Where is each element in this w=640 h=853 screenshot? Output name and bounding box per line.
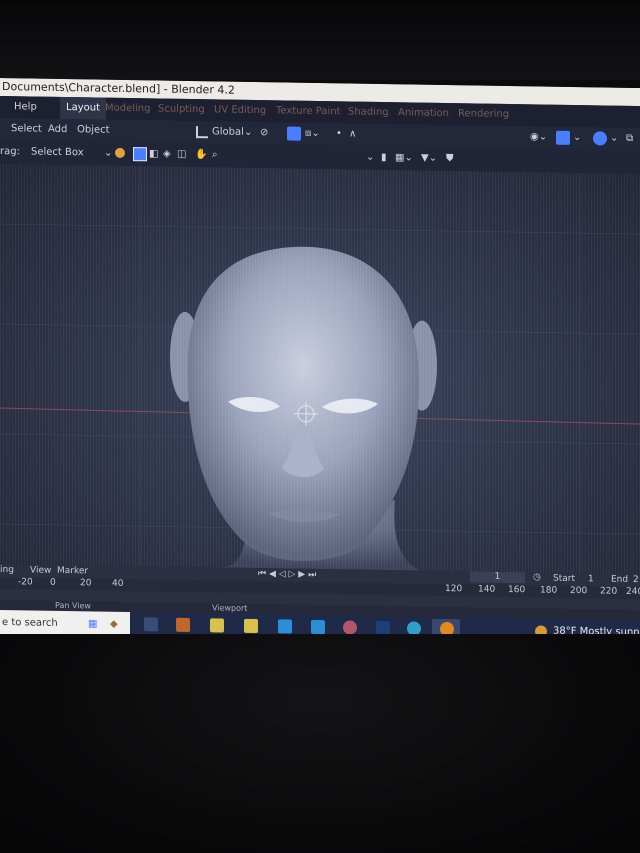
tab-rendering[interactable]: Rendering [458,103,509,126]
tab-uv-editing[interactable]: UV Editing [214,99,266,122]
timeline-marker-menu[interactable]: Marker [57,566,88,576]
overlay-icon[interactable] [593,131,607,146]
global-orientation-icon[interactable] [115,147,125,158]
3d-viewport[interactable] [0,164,640,575]
app-icon[interactable] [311,619,325,635]
frame-tick: 40 [112,578,124,589]
frame-ruler[interactable]: -20 0 20 40 120 140 160 180 200 220 240 [0,577,640,600]
tab-texture-paint[interactable]: Texture Paint [276,100,341,123]
xray-icon[interactable]: ⧉ [626,128,633,150]
select-mode-subtract-icon[interactable]: ◈ [163,143,171,167]
task-view-icon[interactable] [144,617,158,632]
status-hint-viewport: Viewport [212,603,248,613]
screen-scanlines [0,164,640,575]
hand-icon[interactable]: ✋ [195,143,207,167]
chevron-down-icon[interactable]: ⌄ [104,142,112,166]
app-icon[interactable] [376,620,390,636]
overlay-chevron-icon[interactable]: ⌄ [610,128,618,150]
tab-layout[interactable]: Layout [60,96,106,120]
select-mode-invert-icon[interactable]: ◫ [177,143,186,167]
frame-tick: -20 [18,577,33,588]
gizmo-chevron-icon[interactable]: ⌄ [573,127,581,149]
window-title: Documents\Character.blend] - Blender 4.2 [2,80,235,97]
snap-magnet-icon[interactable] [287,126,301,141]
app-icon[interactable] [176,617,190,632]
transform-orientation-dropdown[interactable]: Global [212,121,244,144]
status-hint-pan: Pan View [55,600,91,611]
blender-screen: Documents\Character.blend] - Blender 4.2… [0,78,640,647]
bookmark-icon[interactable]: ▮ [381,146,387,170]
snap-increment-icon[interactable]: ⧈⌄ [305,123,320,145]
clock-icon[interactable]: ◷ [533,572,541,582]
menu-add[interactable]: Add [48,119,67,141]
filter-icon[interactable]: ▼⌄ [421,147,437,171]
start-value[interactable]: 1 [588,574,594,584]
monitor-bezel-bottom [0,634,640,853]
shield-icon[interactable]: ⛊ [446,147,454,171]
end-label: End [611,574,629,585]
chevron-down-icon[interactable]: ⌄ [366,146,374,170]
file-explorer-icon[interactable] [210,618,224,633]
transform-orientation-icon [196,126,208,139]
visibility-eye-icon[interactable]: ◉⌄ [530,126,547,148]
tab-animation[interactable]: Animation [398,102,449,125]
frame-tick: 200 [570,585,588,597]
store-icon[interactable] [278,619,292,634]
tab-shading[interactable]: Shading [348,101,389,124]
taskbar-search-placeholder[interactable]: e to search [2,610,58,637]
monitor-bezel-top [0,0,640,80]
browser-icon[interactable] [343,620,357,635]
menu-select[interactable]: Select [11,118,42,140]
object-types-icon[interactable]: ▦⌄ [395,146,413,170]
start-label: Start [553,573,575,585]
select-mode-new-icon[interactable] [133,147,147,162]
frame-tick: 0 [50,577,56,588]
end-value[interactable]: 2 [633,575,639,585]
frame-tick: 160 [508,584,526,596]
current-frame-field[interactable]: 1 [470,571,525,584]
playback-controls[interactable]: ⏮ ◀ ◁ ▷ ▶ ⏭ [258,569,316,580]
search-icon[interactable]: ⌕ [212,143,218,167]
menu-object[interactable]: Object [77,119,110,142]
gizmo-icon[interactable] [556,130,570,145]
frame-tick: 240 [626,586,640,598]
tab-modeling[interactable]: Modeling [105,98,151,121]
select-mode-extend-icon[interactable]: ◧ [149,142,158,166]
chevron-down-icon[interactable]: ⌄ [244,122,252,144]
drag-mode-dropdown[interactable]: Select Box [31,140,84,165]
frame-tick: 140 [478,584,496,595]
drag-label: rag: [0,146,20,158]
frame-tick: 180 [540,585,558,596]
frame-tick: 220 [600,586,618,597]
frame-tick: 120 [445,583,463,595]
tab-sculpting[interactable]: Sculpting [158,98,205,121]
timeline-view-menu[interactable]: View [30,565,51,575]
falloff-icon[interactable]: ∧ [349,123,356,145]
menu-help[interactable]: Help [14,96,37,118]
pivot-link-icon[interactable]: ⊘ [260,122,268,144]
frame-tick: 20 [80,578,92,589]
proportional-edit-icon[interactable]: • [336,123,342,145]
folder-icon[interactable] [244,618,258,634]
playback-menu[interactable]: ing [0,565,14,575]
